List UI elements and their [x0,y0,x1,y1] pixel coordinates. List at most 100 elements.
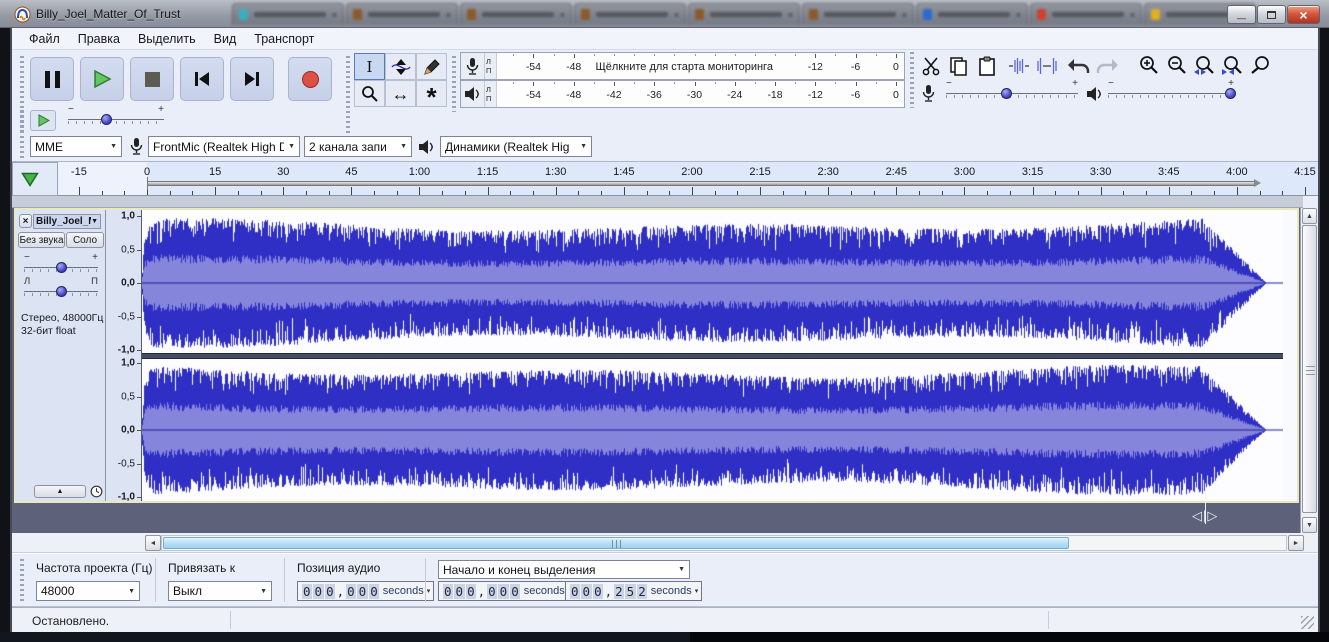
copy-button[interactable] [945,53,972,78]
time-digit[interactable]: 0 [498,584,509,599]
play-at-speed-button[interactable] [30,110,56,131]
resize-grip[interactable] [1301,616,1314,629]
time-digit[interactable]: 5 [625,584,636,599]
time-digit[interactable]: 0 [302,584,313,599]
cut-button[interactable] [917,53,944,78]
track-gain-slider[interactable]: − + [24,256,98,278]
field-dropdown-arrow-icon[interactable]: ▾ [427,587,431,595]
trim-audio-button[interactable] [1005,53,1032,78]
selection-toolbar-grip[interactable] [20,559,24,603]
zoom-out-button[interactable] [1163,53,1190,78]
undo-button[interactable] [1065,53,1092,78]
waveform-right-channel[interactable] [142,359,1283,501]
audio-position-field[interactable]: 000,000seconds▾ [297,581,434,601]
scroll-left-button[interactable]: ◄ [145,535,161,551]
skip-to-start-button[interactable] [180,57,224,101]
device-toolbar-grip[interactable] [20,136,24,158]
maximize-button[interactable] [1257,5,1286,24]
playback-meter[interactable]: ЛП -54-48-42-36-30-24-18-12-60 [460,80,905,108]
time-digit[interactable]: 2 [614,584,625,599]
zoom-toggle-button[interactable] [1247,53,1274,78]
snap-to-dropdown[interactable]: Выкл▼ [168,581,272,601]
mixer-toolbar-grip[interactable] [910,82,914,106]
time-digit[interactable]: , [478,584,486,599]
redo-button[interactable] [1093,53,1120,78]
play-button[interactable] [80,57,124,101]
clock-icon[interactable] [90,485,103,498]
menu-item-0[interactable]: Файл [20,29,69,49]
playback-volume-thumb[interactable] [1225,88,1236,99]
menu-item-4[interactable]: Транспорт [245,29,323,49]
track-name-dropdown[interactable]: Billy_Joel_M▼ [33,214,101,229]
menu-item-1[interactable]: Правка [69,29,129,49]
vertical-scrollbar[interactable]: ▲ ▼ [1300,208,1317,533]
paste-button[interactable] [973,53,1000,78]
speed-toolbar-grip[interactable] [20,110,24,132]
timeline-pin-box[interactable] [12,162,58,196]
track-pan-thumb[interactable] [56,286,67,297]
time-digit[interactable]: 0 [593,584,604,599]
solo-button[interactable]: Соло [66,232,104,248]
mute-button[interactable]: Без звука [18,232,65,248]
menu-item-2[interactable]: Выделить [129,29,205,49]
audio-host-dropdown[interactable]: MME▼ [30,136,122,157]
vertical-scrollbar-thumb[interactable] [1302,225,1317,513]
input-channels-dropdown[interactable]: 2 канала запи▼ [304,136,412,157]
minimize-button[interactable]: — [1227,5,1256,24]
field-dropdown-arrow-icon[interactable]: ▾ [695,587,699,595]
monitoring-message[interactable]: Щёлкните для старта мониторинга [595,61,772,73]
track-gain-thumb[interactable] [56,262,67,273]
selection-end-field[interactable]: 000,252seconds▾ [565,581,702,601]
play-speed-thumb[interactable] [101,114,112,125]
time-digit[interactable]: 0 [443,584,454,599]
time-digit[interactable]: 0 [487,584,498,599]
silence-audio-button[interactable] [1033,53,1060,78]
time-digit[interactable]: , [337,584,345,599]
timeline-ruler[interactable]: -1501530451:001:151:301:452:002:152:302:… [58,162,1318,196]
skip-to-end-button[interactable] [230,57,274,101]
time-digit[interactable]: 0 [570,584,581,599]
waveform-clip[interactable] [142,210,1283,501]
timeshift-tool-button[interactable]: ↔ [385,80,416,107]
play-speed-slider[interactable]: − + [68,108,164,132]
menu-item-3[interactable]: Вид [205,29,246,49]
track-collapse-button[interactable]: ▲ [34,485,86,498]
record-button[interactable] [288,57,332,101]
stop-button[interactable] [130,57,174,101]
zoom-in-button[interactable] [1135,53,1162,78]
time-digit[interactable]: 0 [325,584,336,599]
horizontal-scrollbar-thumb[interactable] [163,537,1069,549]
input-device-dropdown[interactable]: FrontMic (Realtek High D▼ [148,136,300,157]
draw-tool-button[interactable] [416,53,447,80]
playback-meter-scale[interactable]: -54-48-42-36-30-24-18-12-60 [496,81,904,107]
recording-meter-scale[interactable]: Щёлкните для старта мониторинга -54-48-1… [496,53,904,79]
horizontal-scrollbar[interactable] [161,535,1287,551]
project-rate-dropdown[interactable]: 48000▼ [36,581,140,601]
time-digit[interactable]: 0 [346,584,357,599]
time-digit[interactable]: 0 [454,584,465,599]
recording-meter[interactable]: ЛП Щёлкните для старта мониторинга -54-4… [460,52,905,80]
envelope-tool-button[interactable] [385,53,416,80]
close-button[interactable]: × [1287,5,1320,24]
time-digit[interactable]: 0 [466,584,477,599]
time-digit[interactable]: 0 [357,584,368,599]
fit-selection-button[interactable] [1191,53,1218,78]
play-region-bar[interactable] [147,181,1255,186]
scroll-right-button[interactable]: ► [1288,535,1304,551]
selection-start-field[interactable]: 000,000seconds▾ [438,581,575,601]
selection-tool-button[interactable]: I [354,53,385,80]
time-digit[interactable]: , [605,584,613,599]
time-digit[interactable]: 0 [581,584,592,599]
pause-button[interactable] [30,57,74,101]
title-bar[interactable]: ××××××××× Billy_Joel_Matter_Of_Trust — × [0,0,1329,28]
fit-project-button[interactable] [1219,53,1246,78]
time-digit[interactable]: 0 [510,584,521,599]
track-pan-slider[interactable]: Л П [24,280,98,302]
multi-tool-button[interactable]: * [416,80,447,107]
waveform-left-channel[interactable] [142,213,1283,353]
meter-toolbar-grip[interactable] [452,56,456,112]
time-digit[interactable]: 0 [369,584,380,599]
output-device-dropdown[interactable]: Динамики (Realtek Hig▼ [440,136,592,157]
playback-volume-slider[interactable]: − + [1108,82,1234,106]
selection-mode-dropdown[interactable]: Начало и конец выделения▼ [438,560,690,579]
